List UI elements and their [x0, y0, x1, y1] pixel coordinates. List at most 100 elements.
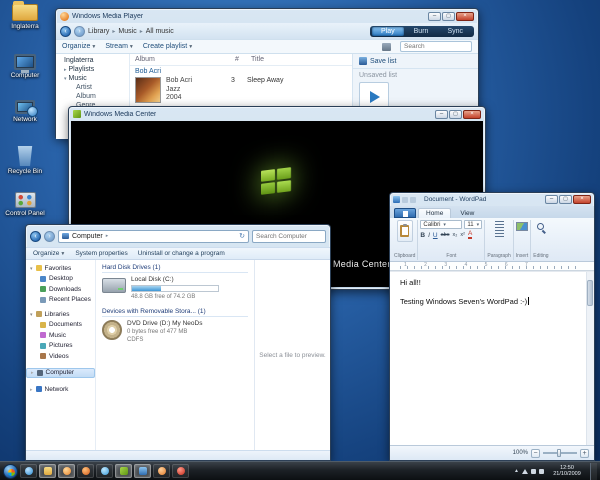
- expand-arrow-icon[interactable]: [30, 311, 33, 318]
- taskbar-button-firefox-2[interactable]: [153, 464, 170, 478]
- view-options-icon[interactable]: [382, 42, 391, 51]
- track-row[interactable]: 3 Sleep Away: [231, 77, 347, 103]
- refresh-icon[interactable]: ↻: [239, 232, 245, 240]
- tree-item-artist[interactable]: Artist: [56, 83, 129, 92]
- column-title[interactable]: Title: [251, 56, 347, 63]
- sidebar-item-desktop[interactable]: Desktop: [26, 274, 95, 285]
- show-desktop-button[interactable]: [590, 462, 597, 480]
- zoom-in-button[interactable]: +: [580, 448, 589, 458]
- font-name-combo[interactable]: Calibri ▾: [420, 220, 463, 229]
- paste-button[interactable]: [396, 220, 413, 242]
- organize-menu[interactable]: Organize▼: [33, 250, 65, 257]
- desktop-icon-inglaterra[interactable]: Inglaterra: [2, 1, 48, 30]
- close-button[interactable]: [573, 195, 591, 204]
- tree-item-music[interactable]: ▾ Music: [56, 74, 129, 83]
- network-tray-icon[interactable]: [531, 468, 536, 474]
- taskbar-button-messenger[interactable]: [96, 464, 113, 478]
- group-header-hdd[interactable]: Hard Disk Drives (1): [102, 264, 248, 273]
- hidden-icons-arrow-icon[interactable]: ▲: [514, 468, 519, 474]
- wordpad-menu-button[interactable]: [394, 208, 416, 218]
- forward-button[interactable]: ›: [44, 230, 55, 242]
- taskbar-button-windows-media-player[interactable]: [58, 464, 75, 478]
- explorer-titlebar[interactable]: ‹ › Computer ▸ ↻: [26, 225, 330, 247]
- close-button[interactable]: [456, 11, 474, 21]
- tab-home[interactable]: Home: [418, 208, 452, 218]
- sidebar-item-favorites[interactable]: Favorites: [26, 263, 95, 274]
- expand-arrow-icon[interactable]: [30, 386, 33, 393]
- system-properties-button[interactable]: System properties: [75, 250, 127, 257]
- back-button[interactable]: ‹: [30, 230, 41, 242]
- uninstall-program-button[interactable]: Uninstall or change a program: [138, 250, 225, 257]
- save-list-button[interactable]: Save list: [353, 54, 478, 69]
- taskbar-button-windows-explorer[interactable]: [39, 464, 56, 478]
- zoom-slider[interactable]: [543, 449, 577, 457]
- zoom-out-button[interactable]: −: [531, 448, 540, 458]
- redo-icon[interactable]: [410, 196, 416, 203]
- column-album[interactable]: Album: [135, 56, 235, 63]
- strikethrough-button[interactable]: abc: [441, 232, 450, 238]
- insert-picture-icon[interactable]: [516, 222, 529, 231]
- album-group-header[interactable]: Bob Acri: [130, 66, 352, 76]
- desktop-icon-computer[interactable]: Computer: [2, 54, 48, 79]
- search-input[interactable]: [400, 41, 472, 52]
- find-icon[interactable]: [537, 223, 545, 230]
- font-color-button[interactable]: A: [467, 230, 473, 239]
- underline-button[interactable]: U: [433, 232, 438, 239]
- taskbar-button-firefox[interactable]: [77, 464, 94, 478]
- taskbar-button-media-center[interactable]: [115, 464, 132, 478]
- bold-button[interactable]: B: [420, 232, 425, 239]
- superscript-button[interactable]: x²: [460, 232, 465, 238]
- subscript-button[interactable]: x₂: [453, 232, 458, 238]
- organize-menu[interactable]: Organize▼: [62, 43, 96, 50]
- tree-item-album[interactable]: Album: [56, 92, 129, 101]
- breadcrumb-library[interactable]: Library: [88, 28, 109, 35]
- volume-icon[interactable]: [539, 468, 544, 474]
- tab-view[interactable]: View: [453, 209, 481, 218]
- minimize-button[interactable]: [435, 109, 448, 119]
- sidebar-item-recent-places[interactable]: Recent Places: [26, 295, 95, 306]
- minimize-button[interactable]: [428, 11, 441, 21]
- tree-item-playlists[interactable]: ▸ Playlists: [56, 65, 129, 74]
- close-button[interactable]: [463, 109, 481, 119]
- action-center-icon[interactable]: [522, 468, 528, 474]
- minimize-button[interactable]: [545, 195, 558, 204]
- breadcrumb-music[interactable]: Music: [118, 28, 136, 35]
- album-row[interactable]: Bob Acri Jazz 2004 3 Sleep Away: [130, 76, 352, 104]
- wordpad-titlebar[interactable]: Document - WordPad: [390, 193, 594, 206]
- taskbar-button-wordpad[interactable]: [134, 464, 151, 478]
- maximize-button[interactable]: [449, 109, 462, 119]
- start-button[interactable]: [3, 463, 18, 479]
- maximize-button[interactable]: [442, 11, 455, 21]
- chevron-right-icon[interactable]: ▸: [106, 233, 109, 239]
- align-center-icon[interactable]: [494, 230, 504, 237]
- sidebar-item-documents[interactable]: Documents: [26, 320, 95, 331]
- media-center-titlebar[interactable]: Windows Media Center: [69, 107, 485, 121]
- drive-d-item[interactable]: DVD Drive (D:) My NeoDs 0 bytes free of …: [102, 320, 248, 344]
- taskbar-button-opera[interactable]: [172, 464, 189, 478]
- create-playlist-menu[interactable]: Create playlist▼: [143, 43, 193, 50]
- undo-icon[interactable]: [402, 196, 408, 203]
- desktop-icon-network[interactable]: Network: [2, 100, 48, 123]
- column-number[interactable]: #: [235, 56, 251, 63]
- address-crumb-computer[interactable]: Computer: [72, 233, 103, 240]
- forward-button[interactable]: ›: [74, 25, 85, 37]
- taskbar-clock[interactable]: 12:50 21/10/2009: [547, 465, 587, 478]
- breadcrumb-all-music[interactable]: All music: [146, 28, 174, 35]
- tab-play[interactable]: Play: [372, 26, 404, 36]
- wordpad-app-icon[interactable]: [393, 196, 400, 203]
- italic-button[interactable]: I: [428, 232, 430, 239]
- tree-item-library[interactable]: Inglaterra: [56, 56, 129, 65]
- tab-sync[interactable]: Sync: [438, 27, 472, 36]
- zoom-slider-thumb[interactable]: [557, 449, 561, 457]
- vertical-scrollbar[interactable]: [586, 272, 594, 445]
- sidebar-item-music[interactable]: Music: [26, 330, 95, 341]
- expand-arrow-icon[interactable]: [31, 369, 34, 376]
- sidebar-item-videos[interactable]: Videos: [26, 351, 95, 362]
- sidebar-item-libraries[interactable]: Libraries: [26, 309, 95, 320]
- wmp-titlebar[interactable]: Windows Media Player: [56, 9, 478, 23]
- stream-menu[interactable]: Stream▼: [105, 43, 134, 50]
- align-left-icon[interactable]: [494, 221, 504, 228]
- address-bar[interactable]: Computer ▸ ↻: [58, 229, 249, 243]
- desktop-icon-recycle-bin[interactable]: Recycle Bin: [2, 146, 48, 175]
- drive-c-item[interactable]: Local Disk (C:) 48.8 GB free of 74.2 GB: [102, 276, 248, 301]
